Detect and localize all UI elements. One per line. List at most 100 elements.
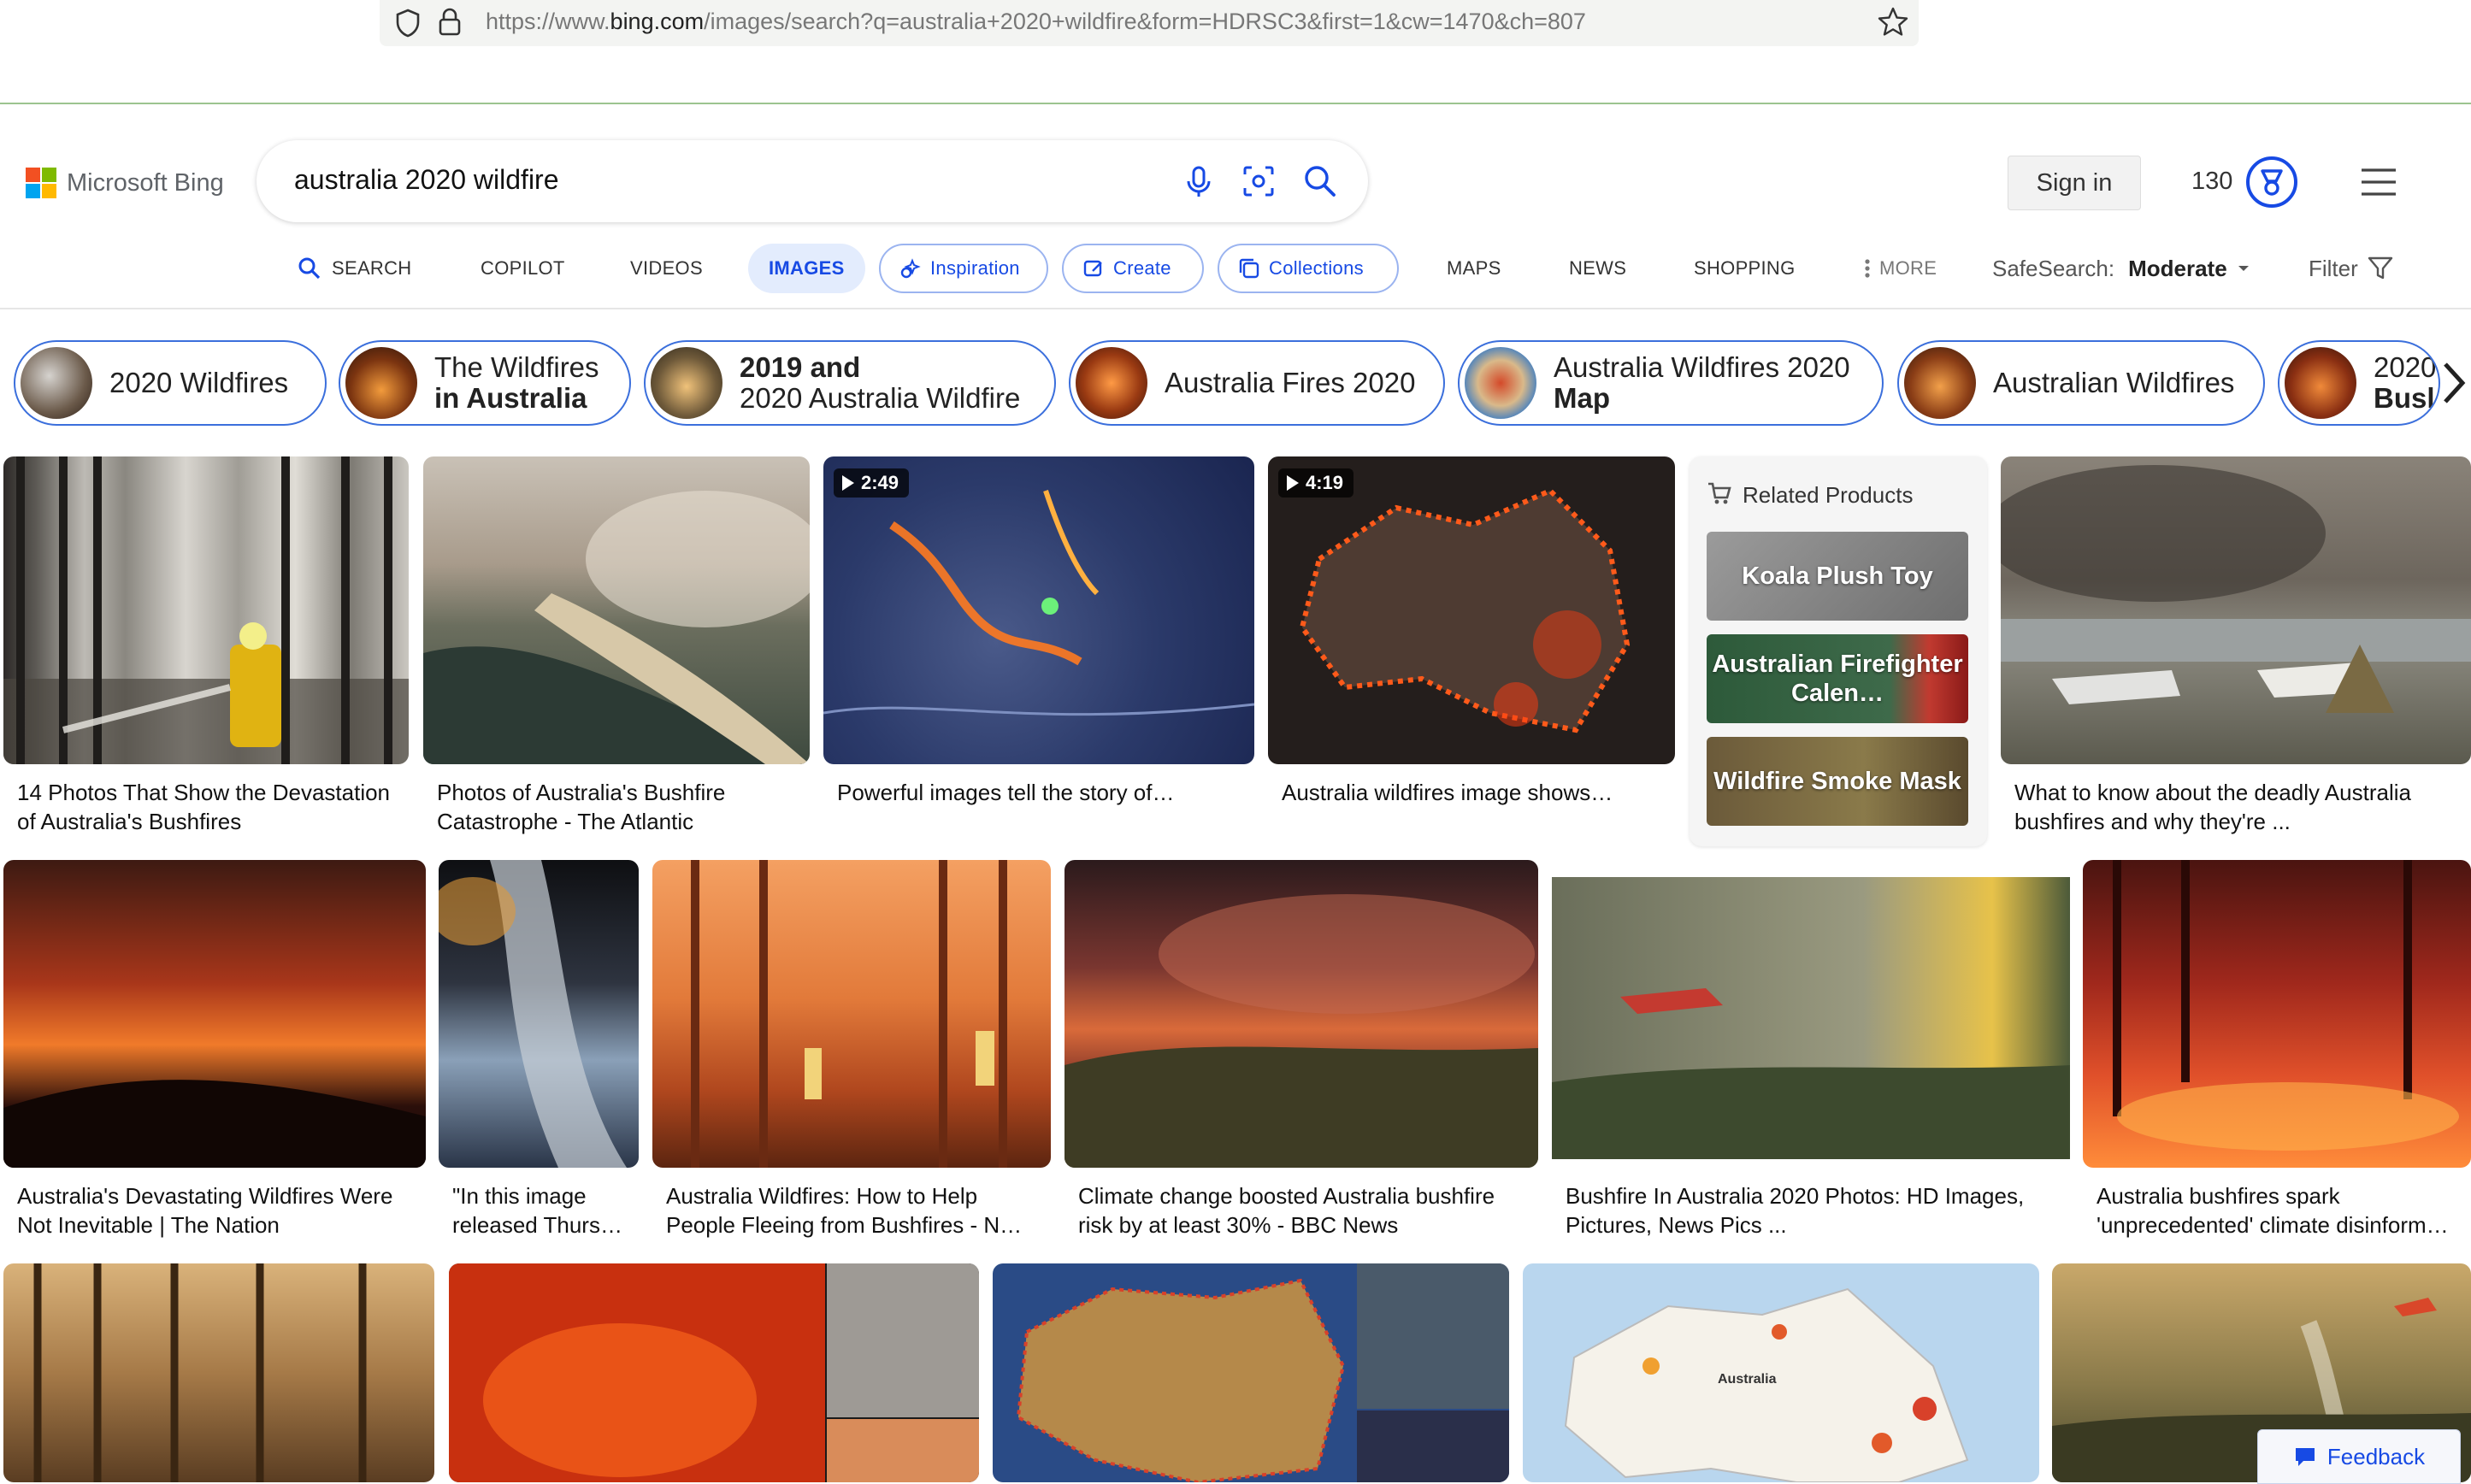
create-image-icon (1083, 260, 1102, 277)
product-smoke-mask[interactable]: Wildfire Smoke Mask (1707, 737, 1968, 826)
image-result[interactable]: Australia bushfires spark'unprecedented'… (2083, 860, 2471, 1253)
related-search-chip[interactable]: The Wildfires in Australia (339, 340, 631, 426)
menu-icon[interactable] (2360, 168, 2397, 197)
filter-button[interactable]: Filter (2309, 244, 2394, 293)
result-caption[interactable]: Photos of Australia's Bushfire Catastroph… (437, 778, 725, 836)
related-search-chip[interactable]: 2020 Busl (2278, 340, 2440, 426)
chip-thumbnail (1465, 347, 1536, 419)
search-icon (298, 257, 321, 280)
tab-videos[interactable]: VIDEOS (630, 244, 703, 293)
result-thumbnail[interactable] (449, 1263, 979, 1482)
result-caption[interactable]: Australia wildfires image shows… (1282, 778, 1613, 807)
product-firefighter-calendar[interactable]: Australian Firefighter Calen… (1707, 634, 1968, 723)
search-icon[interactable] (1300, 161, 1341, 202)
result-caption[interactable]: Bushfire In Australia 2020 Photos: HD Im… (1566, 1181, 2024, 1240)
result-caption[interactable]: 14 Photos That Show the Devastation of Au… (17, 778, 390, 836)
map-label: Australia (1718, 1372, 1777, 1387)
tab-collections[interactable]: Collections (1218, 244, 1399, 293)
microphone-icon[interactable] (1178, 161, 1219, 202)
result-thumbnail[interactable] (652, 860, 1051, 1168)
result-thumbnail[interactable] (3, 860, 426, 1168)
result-thumbnail[interactable]: Australia (1523, 1263, 2039, 1482)
tab-images[interactable]: IMAGES (748, 244, 865, 293)
image-result[interactable]: Photos of Australia's Bushfire Catastroph… (423, 456, 810, 850)
tab-shopping[interactable]: SHOPPING (1694, 244, 1796, 293)
result-thumbnail[interactable] (423, 456, 810, 764)
lock-icon[interactable] (438, 7, 462, 38)
image-result[interactable] (3, 1263, 434, 1482)
chip-thumbnail (345, 347, 417, 419)
browser-url-bar[interactable]: https://www.bing.com/images/search?q=aus… (380, 0, 1919, 46)
toolbar-divider (0, 103, 2471, 104)
bing-logo[interactable]: Microsoft Bing (26, 168, 231, 198)
related-search-chip[interactable]: 2020 Wildfires (14, 340, 327, 426)
image-result[interactable] (449, 1263, 979, 1482)
result-thumbnail[interactable] (2083, 860, 2471, 1168)
safesearch-label: SafeSearch: (1992, 255, 2115, 281)
product-koala-plush-toy[interactable]: Koala Plush Toy (1707, 532, 1968, 621)
tab-search[interactable]: SEARCH (298, 244, 412, 293)
tab-copilot[interactable]: COPILOT (481, 244, 565, 293)
search-input[interactable]: australia 2020 wildfire (294, 164, 559, 196)
feedback-chat-icon (2295, 1448, 2315, 1466)
related-search-chip[interactable]: Australia Fires 2020 (1069, 340, 1445, 426)
filter-label: Filter (2309, 255, 2358, 281)
image-result[interactable] (993, 1263, 1509, 1482)
result-thumbnail[interactable]: 2:49 (823, 456, 1254, 764)
related-search-chip[interactable]: Australia Wildfires 2020 Map (1458, 340, 1884, 426)
tab-news[interactable]: NEWS (1569, 244, 1626, 293)
chevron-right-icon[interactable] (2439, 359, 2469, 407)
image-result[interactable]: Australia Wildfires: How to Help People F… (652, 860, 1051, 1253)
image-result[interactable]: "In this image released Thurs… (439, 860, 639, 1253)
more-dots-icon (1865, 259, 1870, 278)
result-thumbnail[interactable] (2001, 456, 2471, 764)
result-caption[interactable]: Australia's Devastating Wildfires Were No… (17, 1181, 392, 1240)
image-result[interactable]: Australia (1523, 1263, 2039, 1482)
image-result[interactable]: What to know about the deadly Australia b… (2001, 456, 2471, 850)
search-box[interactable]: australia 2020 wildfire (257, 140, 1368, 222)
result-caption[interactable]: Australia bushfires spark'unprecedented'… (2097, 1181, 2449, 1240)
result-thumbnail[interactable] (439, 860, 639, 1168)
result-caption[interactable]: Powerful images tell the story of… (837, 778, 1175, 807)
result-thumbnail[interactable] (3, 456, 409, 764)
video-result[interactable]: 2:49 Powerful images tell the story of… (823, 456, 1254, 850)
visual-search-icon[interactable] (1238, 161, 1279, 202)
rewards-points[interactable]: 130 (2191, 168, 2232, 196)
shield-icon[interactable] (395, 9, 421, 38)
sign-in-button[interactable]: Sign in (2008, 156, 2141, 210)
search-verticals-nav: SEARCH COPILOT VIDEOS IMAGES Inspiration… (0, 244, 2471, 303)
tab-more[interactable]: MORE (1864, 244, 1937, 293)
result-thumbnail[interactable] (3, 1263, 434, 1482)
safesearch-value: Moderate (2128, 255, 2227, 281)
video-result[interactable]: 4:19 Australia wildfires image shows… (1268, 456, 1675, 850)
result-thumbnail[interactable] (1064, 860, 1538, 1168)
chip-label: 2020 Busl (2374, 351, 2437, 414)
smoke-column-photo (439, 860, 627, 1168)
tab-maps[interactable]: MAPS (1447, 244, 1501, 293)
feedback-button[interactable]: Feedback (2257, 1429, 2461, 1484)
result-caption[interactable]: Australia Wildfires: How to Help People F… (666, 1181, 1022, 1240)
result-caption[interactable]: Climate change boosted Australia bushfir… (1078, 1181, 1495, 1240)
tab-label: MORE (1879, 257, 1937, 279)
chip-label: Australia Fires 2020 (1165, 367, 1416, 398)
related-search-chip[interactable]: Australian Wildfires (1897, 340, 2265, 426)
bookmark-star-icon[interactable] (1876, 5, 1910, 39)
image-result[interactable]: Bushfire In Australia 2020 Photos: HD Im… (1552, 860, 2070, 1253)
result-thumbnail[interactable] (993, 1263, 1509, 1482)
result-thumbnail[interactable] (1552, 860, 2070, 1168)
tab-inspiration[interactable]: Inspiration (879, 244, 1048, 293)
result-caption[interactable]: "In this image released Thurs… (452, 1181, 622, 1240)
image-result[interactable]: 14 Photos That Show the Devastation of Au… (3, 456, 409, 850)
rewards-medal-icon[interactable] (2245, 156, 2298, 209)
image-result[interactable]: Australia's Devastating Wildfires Were No… (3, 860, 426, 1253)
result-thumbnail[interactable]: 4:19 (1268, 456, 1675, 764)
inspiration-icon (900, 258, 921, 279)
video-duration-badge: 2:49 (834, 468, 910, 498)
image-result[interactable]: Climate change boosted Australia bushfir… (1064, 860, 1538, 1253)
safesearch-dropdown[interactable]: SafeSearch: Moderate (1992, 244, 2251, 293)
result-caption[interactable]: What to know about the deadly Australia b… (2014, 778, 2411, 836)
tab-create[interactable]: Create (1062, 244, 1204, 293)
url-text[interactable]: https://www.bing.com/images/search?q=aus… (486, 9, 1586, 35)
related-search-chip[interactable]: 2019 and 2020 Australia Wildfire (644, 340, 1056, 426)
chip-thumbnail (21, 347, 92, 419)
